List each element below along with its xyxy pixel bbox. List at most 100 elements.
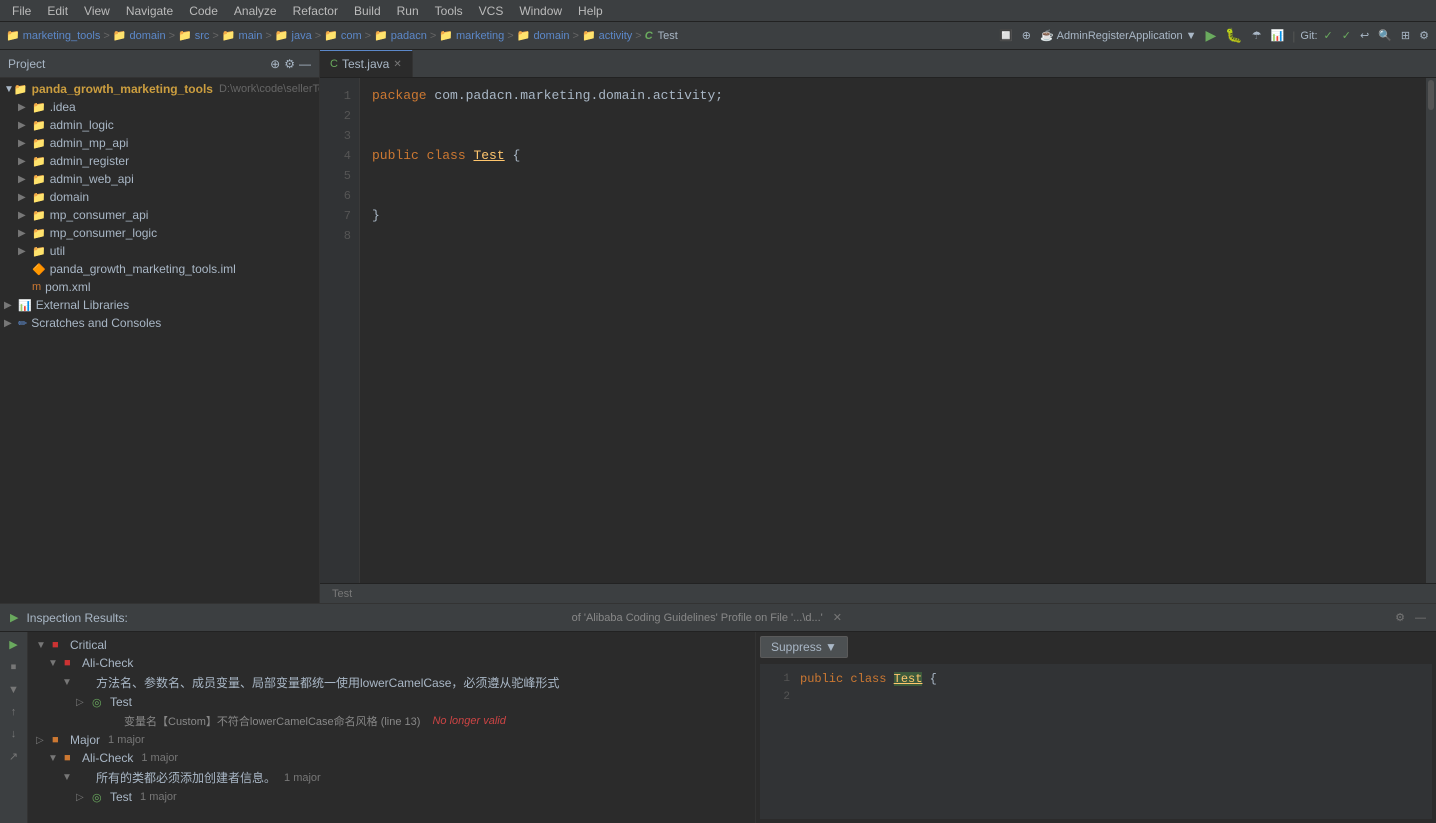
- tree-item-idea[interactable]: ▶ 📁 .idea: [0, 98, 319, 116]
- tree-item-admin-web-api[interactable]: ▶ 📁 admin_web_api: [0, 170, 319, 188]
- insp-ali-check-major[interactable]: ▼ ■ Ali-Check 1 major: [28, 749, 755, 767]
- sync-icon[interactable]: ⊕: [270, 57, 280, 71]
- insp-test-item[interactable]: ▷ ◎ Test: [28, 693, 755, 711]
- target-icon[interactable]: ⊕: [1019, 28, 1034, 43]
- editor-scrollbar[interactable]: [1426, 78, 1436, 583]
- tab-test-java[interactable]: C Test.java ✕: [320, 50, 413, 77]
- insp-ali-check-critical[interactable]: ▼ ■ Ali-Check: [28, 654, 755, 672]
- menu-item-edit[interactable]: Edit: [39, 2, 76, 20]
- breadcrumb-marketing-tools[interactable]: marketing_tools: [23, 30, 101, 42]
- bottom-minimize-icon[interactable]: —: [1413, 610, 1428, 626]
- suppress-button[interactable]: Suppress ▼: [760, 636, 848, 658]
- tree-item-ext-lib[interactable]: ▶ 📊 External Libraries: [0, 296, 319, 314]
- breadcrumb-test[interactable]: Test: [658, 30, 678, 42]
- editor-tabs: C Test.java ✕: [320, 50, 1436, 78]
- down-icon[interactable]: ↓: [9, 726, 19, 742]
- insp-major[interactable]: ▷ ■ Major 1 major: [28, 731, 755, 749]
- breadcrumb-main[interactable]: main: [239, 30, 263, 42]
- tree-item-scratches[interactable]: ▶ ✏ Scratches and Consoles: [0, 314, 319, 332]
- separator1: |: [1292, 29, 1295, 43]
- menu-item-analyze[interactable]: Analyze: [226, 2, 285, 20]
- menu-item-tools[interactable]: Tools: [427, 2, 471, 20]
- run-icon[interactable]: ▶: [8, 609, 20, 626]
- menu-item-code[interactable]: Code: [181, 2, 226, 20]
- tree-item-mp-consumer-logic[interactable]: ▶ 📁 mp_consumer_logic: [0, 224, 319, 242]
- bottom-close-tab-icon[interactable]: ✕: [833, 611, 842, 624]
- menu-item-file[interactable]: File: [4, 2, 39, 20]
- minimize-icon[interactable]: —: [299, 57, 311, 71]
- rerun-icon[interactable]: ▶: [7, 636, 19, 653]
- breadcrumb-folder-icon7: 📁: [439, 29, 453, 42]
- insp-detail-item[interactable]: ▷ 变量名【Custom】不符合lowerCamelCase命名风格 (line…: [28, 711, 755, 731]
- breadcrumb-domain[interactable]: domain: [130, 30, 166, 42]
- profile-button[interactable]: 📊: [1268, 28, 1288, 43]
- editor-area: Project ⊕ ⚙ — ▼ 📁 panda_growth_marketing…: [0, 50, 1436, 603]
- code-line-4: public class Test {: [372, 146, 1414, 166]
- menu-item-run[interactable]: Run: [389, 2, 427, 20]
- up-icon[interactable]: ↑: [9, 704, 19, 720]
- editor-panel: C Test.java ✕ 1 2 3 4 5 6 7 8 package co: [320, 50, 1436, 603]
- admin-mp-api-folder-icon: 📁: [32, 137, 46, 150]
- git-check1[interactable]: ✓: [1321, 28, 1336, 43]
- settings-icon[interactable]: ⚙: [1416, 28, 1432, 43]
- iml-file-icon: 🔶: [32, 263, 46, 276]
- undo-button[interactable]: ↩: [1357, 28, 1372, 43]
- settings-header-icon[interactable]: ⚙: [284, 57, 295, 71]
- code-line-2: [372, 106, 1414, 126]
- run-button[interactable]: ▶: [1203, 26, 1220, 45]
- menu-item-help[interactable]: Help: [570, 2, 611, 20]
- tree-item-util[interactable]: ▶ 📁 util: [0, 242, 319, 260]
- tree-item-admin-mp-api[interactable]: ▶ 📁 admin_mp_api: [0, 134, 319, 152]
- project-panel: Project ⊕ ⚙ — ▼ 📁 panda_growth_marketing…: [0, 50, 320, 603]
- menu-item-navigate[interactable]: Navigate: [118, 2, 181, 20]
- filter-icon[interactable]: ▼: [6, 682, 21, 698]
- scrollbar-thumb: [1428, 80, 1434, 110]
- menu-item-build[interactable]: Build: [346, 2, 389, 20]
- tree-item-mp-consumer-api[interactable]: ▶ 📁 mp_consumer_api: [0, 206, 319, 224]
- menu-item-window[interactable]: Window: [511, 2, 570, 20]
- insp-critical[interactable]: ▼ ■ Critical: [28, 636, 755, 654]
- breadcrumb-src[interactable]: src: [195, 30, 210, 42]
- line-num-8: 8: [320, 226, 351, 246]
- git-check2[interactable]: ✓: [1339, 28, 1354, 43]
- insp-method-naming[interactable]: ▼ 方法名、参数名、成员变量、局部变量都统一使用lowerCamelCase，必…: [28, 672, 755, 693]
- admin-mp-api-label: admin_mp_api: [50, 136, 129, 150]
- tree-item-admin-logic[interactable]: ▶ 📁 admin_logic: [0, 116, 319, 134]
- code-area[interactable]: package com.padacn.marketing.domain.acti…: [360, 78, 1426, 583]
- breadcrumb-domain2[interactable]: domain: [533, 30, 569, 42]
- tree-item-admin-register[interactable]: ▶ 📁 admin_register: [0, 152, 319, 170]
- coverage-button[interactable]: ☂: [1249, 28, 1265, 43]
- tree-item-iml[interactable]: ▶ 🔶 panda_growth_marketing_tools.iml: [0, 260, 319, 278]
- insp-test-item2[interactable]: ▷ ◎ Test 1 major: [28, 788, 755, 806]
- scratches-icon: ✏: [18, 317, 27, 330]
- scratches-label: Scratches and Consoles: [31, 316, 161, 330]
- tree-root[interactable]: ▼ 📁 panda_growth_marketing_tools D:\work…: [0, 80, 319, 98]
- project-header: Project ⊕ ⚙ —: [0, 50, 319, 78]
- tab-label: Test.java: [342, 57, 389, 71]
- critical-icon: ■: [52, 639, 66, 651]
- search-button[interactable]: 🔍: [1375, 28, 1395, 43]
- menu-item-view[interactable]: View: [76, 2, 118, 20]
- expand-icon[interactable]: ↗: [7, 748, 20, 765]
- breadcrumb-marketing[interactable]: marketing: [456, 30, 504, 42]
- iml-label: panda_growth_marketing_tools.iml: [50, 262, 236, 276]
- menu-item-refactor[interactable]: Refactor: [285, 2, 346, 20]
- bookmark-icon[interactable]: 🔲: [996, 28, 1016, 43]
- find-button[interactable]: ⊞: [1398, 28, 1413, 43]
- insp-creator-info[interactable]: ▼ 所有的类都必须添加创建者信息。 1 major: [28, 767, 755, 788]
- breadcrumb-java[interactable]: java: [292, 30, 312, 42]
- stop-icon[interactable]: ⏹: [9, 659, 19, 676]
- run-config-selector[interactable]: ☕ AdminRegisterApplication ▼: [1037, 28, 1200, 43]
- preview-code: 1 2 public class Test {: [760, 664, 1432, 819]
- tab-close-icon[interactable]: ✕: [393, 59, 401, 70]
- breadcrumb-padacn[interactable]: padacn: [391, 30, 427, 42]
- tree-item-pom[interactable]: ▶ m pom.xml: [0, 278, 319, 296]
- menu-item-vcs[interactable]: VCS: [471, 2, 512, 20]
- debug-button[interactable]: 🐛: [1222, 26, 1245, 45]
- breadcrumb-com[interactable]: com: [341, 30, 362, 42]
- tree-item-domain[interactable]: ▶ 📁 domain: [0, 188, 319, 206]
- bottom-settings-icon[interactable]: ⚙: [1393, 609, 1407, 626]
- preview-code-content: public class Test {: [800, 670, 937, 706]
- mp-consumer-logic-label: mp_consumer_logic: [50, 226, 157, 240]
- breadcrumb-activity[interactable]: activity: [599, 30, 633, 42]
